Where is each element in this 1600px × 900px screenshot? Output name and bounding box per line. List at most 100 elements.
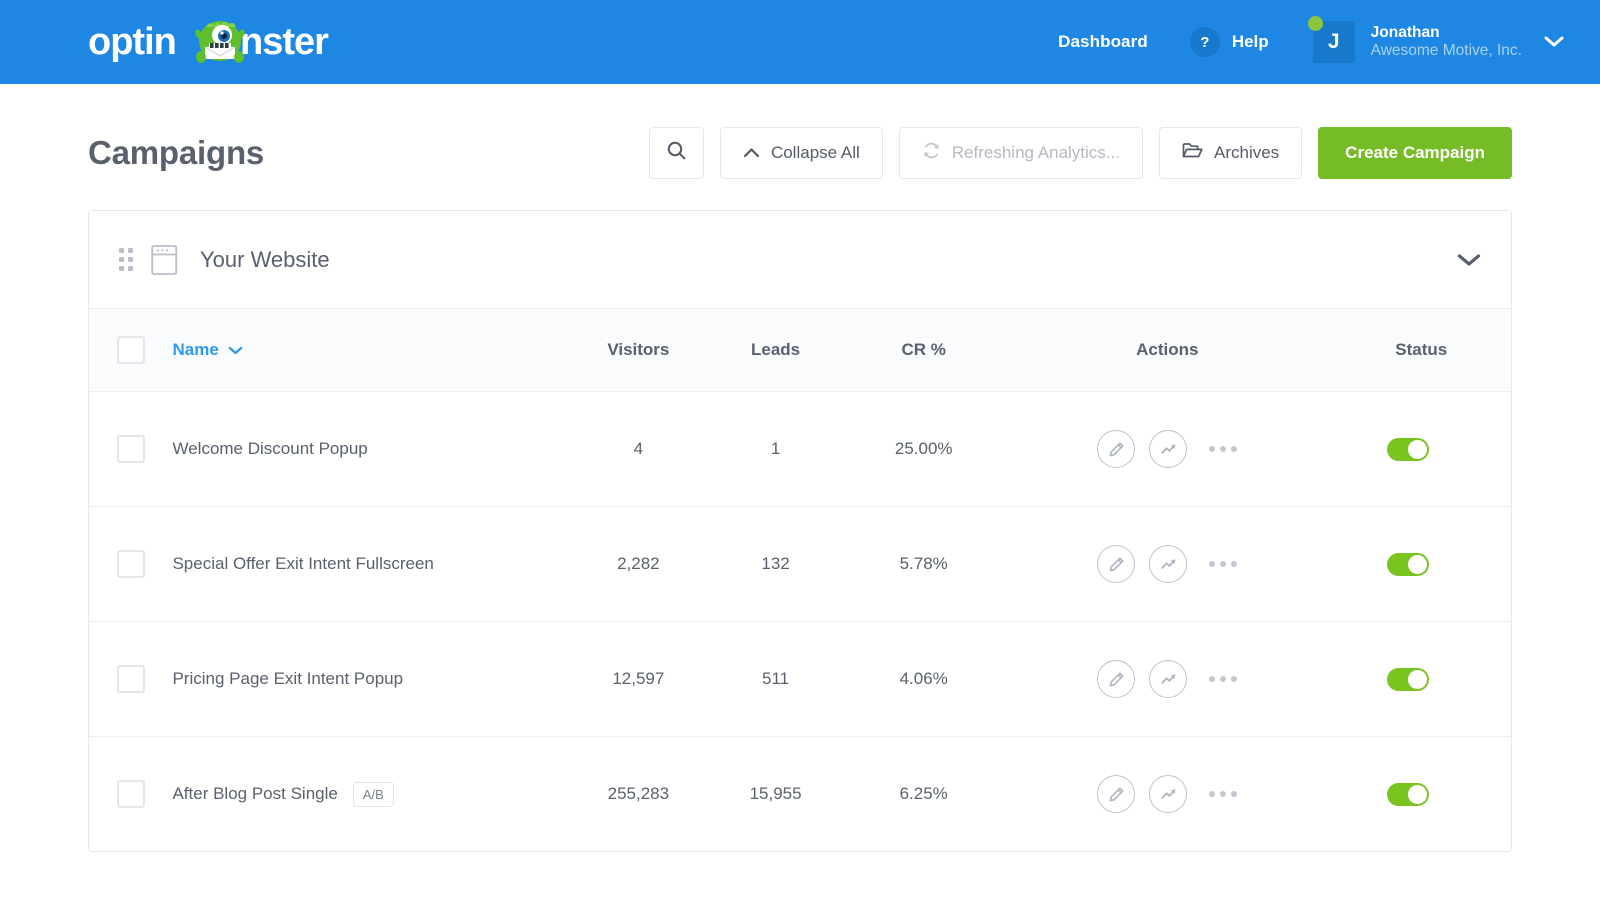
collapse-all-button[interactable]: Collapse All: [720, 127, 883, 179]
campaign-name-link[interactable]: Pricing Page Exit Intent Popup: [172, 669, 403, 689]
row-conversion-rate-cell: 25.00%: [844, 392, 1003, 507]
column-header-leads: Leads: [707, 309, 844, 392]
row-name-cell: After Blog Post Single A/B: [172, 737, 569, 852]
svg-text:optin: optin: [88, 21, 176, 63]
browser-window-icon: [151, 244, 178, 276]
create-campaign-button[interactable]: Create Campaign: [1318, 127, 1512, 179]
group-title: Your Website: [200, 247, 330, 273]
row-name-cell: Welcome Discount Popup: [172, 392, 569, 507]
column-name-label: Name: [172, 340, 218, 360]
status-toggle[interactable]: [1387, 438, 1429, 461]
optinmonster-logo-svg: optin nster: [88, 17, 388, 67]
search-icon: [667, 141, 686, 165]
table-row[interactable]: Special Offer Exit Intent Fullscreen 2,2…: [89, 507, 1511, 622]
ellipsis-icon[interactable]: [1209, 561, 1237, 567]
help-button[interactable]: ? Help: [1190, 27, 1269, 57]
row-status-cell: [1331, 507, 1511, 622]
chevron-up-icon: [743, 143, 760, 163]
ab-test-badge: A/B: [353, 782, 394, 807]
user-account-menu[interactable]: J Jonathan Awesome Motive, Inc.: [1313, 21, 1564, 63]
column-header-status: Status: [1331, 309, 1511, 392]
online-status-dot: [1308, 16, 1323, 31]
archives-button[interactable]: Archives: [1159, 127, 1302, 179]
row-visitors-cell: 2,282: [570, 507, 707, 622]
refresh-analytics-label: Refreshing Analytics...: [952, 143, 1120, 163]
column-header-cr: CR %: [844, 309, 1003, 392]
row-select-cell: [89, 737, 172, 852]
trend-chart-icon[interactable]: [1149, 660, 1187, 698]
row-name-cell: Special Offer Exit Intent Fullscreen: [172, 507, 569, 622]
campaign-name-link[interactable]: After Blog Post Single: [172, 784, 337, 804]
table-row[interactable]: After Blog Post Single A/B 255,283 15,95…: [89, 737, 1511, 852]
status-toggle[interactable]: [1387, 668, 1429, 691]
pencil-icon[interactable]: [1097, 660, 1135, 698]
ellipsis-icon[interactable]: [1209, 676, 1237, 682]
row-status-cell: [1331, 622, 1511, 737]
status-toggle[interactable]: [1387, 553, 1429, 576]
row-select-cell: [89, 622, 172, 737]
table-row[interactable]: Pricing Page Exit Intent Popup 12,597 51…: [89, 622, 1511, 737]
row-checkbox[interactable]: [117, 780, 145, 808]
row-leads-cell: 132: [707, 507, 844, 622]
campaign-group-card: Your Website Name: [88, 210, 1512, 852]
row-leads-cell: 15,955: [707, 737, 844, 852]
refresh-analytics-button[interactable]: Refreshing Analytics...: [899, 127, 1143, 179]
chevron-down-icon[interactable]: [1544, 36, 1564, 48]
user-organization: Awesome Motive, Inc.: [1371, 42, 1522, 60]
search-button[interactable]: [649, 127, 704, 179]
chevron-down-icon[interactable]: [1457, 253, 1481, 267]
table-header-row: Name Visitors Leads CR % Actions Status: [89, 309, 1511, 392]
optinmonster-logo[interactable]: optin nster: [88, 0, 388, 84]
refresh-icon: [922, 141, 941, 165]
user-name: Jonathan: [1371, 24, 1522, 42]
status-toggle[interactable]: [1387, 783, 1429, 806]
top-navigation-bar: optin nster: [0, 0, 1600, 84]
row-leads-cell: 1: [707, 392, 844, 507]
row-conversion-rate-cell: 4.06%: [844, 622, 1003, 737]
user-info: Jonathan Awesome Motive, Inc.: [1371, 24, 1522, 60]
row-leads-cell: 511: [707, 622, 844, 737]
page-header: Campaigns Collapse All: [88, 84, 1512, 206]
select-all-header: [89, 309, 172, 392]
row-status-cell: [1331, 737, 1511, 852]
trend-chart-icon[interactable]: [1149, 430, 1187, 468]
campaigns-table: Name Visitors Leads CR % Actions Status: [89, 309, 1511, 851]
ellipsis-icon[interactable]: [1209, 446, 1237, 452]
folder-open-icon: [1182, 142, 1203, 164]
page-body: Campaigns Collapse All: [0, 84, 1600, 852]
trend-chart-icon[interactable]: [1149, 775, 1187, 813]
pencil-icon[interactable]: [1097, 430, 1135, 468]
row-visitors-cell: 255,283: [570, 737, 707, 852]
trend-chart-icon[interactable]: [1149, 545, 1187, 583]
column-header-name: Name: [172, 309, 569, 392]
column-header-visitors: Visitors: [570, 309, 707, 392]
row-visitors-cell: 12,597: [570, 622, 707, 737]
row-name-cell: Pricing Page Exit Intent Popup: [172, 622, 569, 737]
campaign-name-link[interactable]: Welcome Discount Popup: [172, 439, 367, 459]
table-body: Welcome Discount Popup 4 1 25.00%: [89, 392, 1511, 852]
ellipsis-icon[interactable]: [1209, 791, 1237, 797]
table-row[interactable]: Welcome Discount Popup 4 1 25.00%: [89, 392, 1511, 507]
select-all-checkbox[interactable]: [117, 336, 145, 364]
row-checkbox[interactable]: [117, 665, 145, 693]
row-checkbox[interactable]: [117, 435, 145, 463]
row-actions-cell: [1003, 392, 1331, 507]
avatar: J: [1313, 21, 1355, 63]
row-select-cell: [89, 507, 172, 622]
pencil-icon[interactable]: [1097, 775, 1135, 813]
row-select-cell: [89, 392, 172, 507]
row-actions-cell: [1003, 737, 1331, 852]
campaign-name-link[interactable]: Special Offer Exit Intent Fullscreen: [172, 554, 433, 574]
help-label: Help: [1232, 32, 1269, 52]
archives-label: Archives: [1214, 143, 1279, 163]
row-conversion-rate-cell: 5.78%: [844, 507, 1003, 622]
row-actions-cell: [1003, 507, 1331, 622]
column-header-actions: Actions: [1003, 309, 1331, 392]
row-checkbox[interactable]: [117, 550, 145, 578]
sort-by-name-link[interactable]: Name: [172, 340, 242, 360]
row-status-cell: [1331, 392, 1511, 507]
drag-handle-icon[interactable]: [119, 248, 133, 271]
collapse-all-label: Collapse All: [771, 143, 860, 163]
pencil-icon[interactable]: [1097, 545, 1135, 583]
nav-dashboard-link[interactable]: Dashboard: [1058, 32, 1148, 52]
